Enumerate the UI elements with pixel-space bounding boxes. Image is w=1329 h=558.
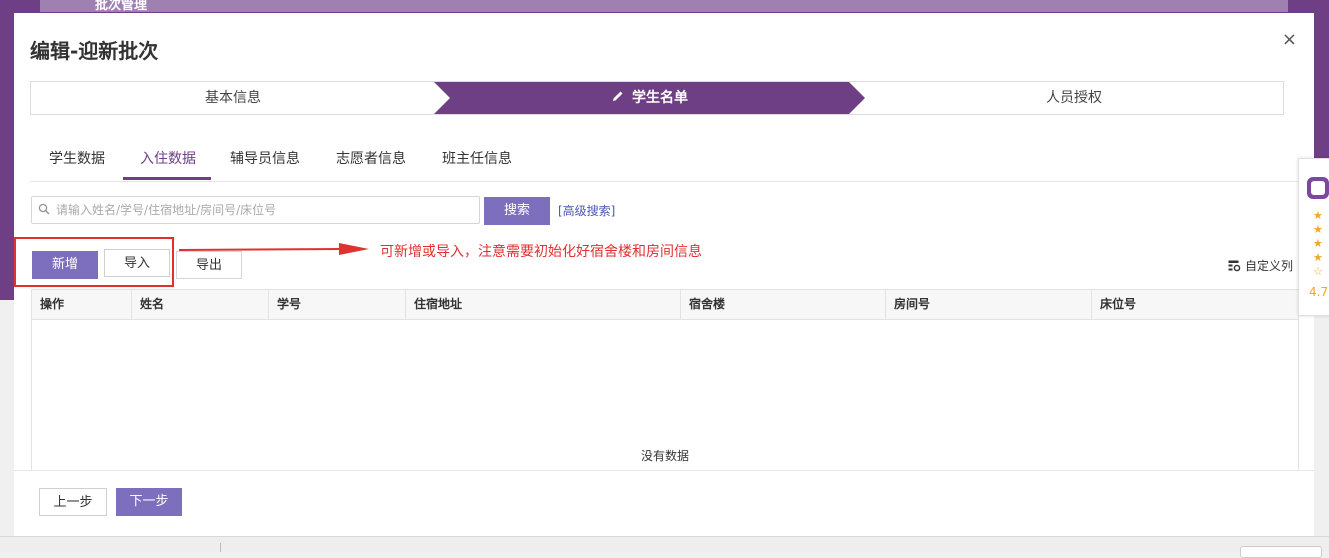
bottom-button-edge[interactable]	[1240, 546, 1322, 558]
column-header-name: 姓名	[132, 290, 269, 319]
star-icon: ★	[1313, 251, 1323, 264]
tab-headteacher-info[interactable]: 班主任信息	[442, 148, 512, 168]
step-wizard: 基本信息 学生名单 人员授权	[30, 81, 1284, 115]
column-header-actions: 操作	[32, 290, 132, 319]
tab-checkin-data[interactable]: 入住数据	[140, 148, 196, 168]
pencil-icon	[612, 82, 624, 114]
bottom-bar	[0, 536, 1329, 558]
data-tabs: 学生数据 入住数据 辅导员信息 志愿者信息 班主任信息	[30, 133, 1314, 182]
search-button[interactable]: 搜索	[484, 197, 550, 225]
close-icon[interactable]: ×	[1282, 29, 1297, 50]
search-input[interactable]	[54, 199, 468, 221]
tab-counselor-info[interactable]: 辅导员信息	[230, 148, 300, 168]
column-header-address: 住宿地址	[406, 290, 681, 319]
empty-state-text: 没有数据	[640, 449, 689, 463]
custom-columns-label: 自定义列	[1245, 259, 1294, 273]
table-header: 操作 姓名 学号 住宿地址 宿舍楼 房间号 床位号	[32, 290, 1298, 320]
rating-widget[interactable]: ★ ★ ★ ★ ☆ 4.7	[1298, 158, 1329, 316]
custom-columns-button[interactable]: 自定义列	[1228, 257, 1293, 275]
column-header-bed: 床位号	[1100, 297, 1137, 311]
search-icon	[38, 203, 50, 219]
step-label: 基本信息	[205, 90, 261, 106]
step-label: 学生名单	[632, 90, 688, 106]
tab-volunteer-info[interactable]: 志愿者信息	[336, 148, 406, 168]
tab-student-data[interactable]: 学生数据	[49, 148, 105, 168]
star-icon: ★	[1313, 237, 1323, 250]
dialog-title: 编辑-迎新批次	[30, 39, 159, 63]
app-logo-icon	[1307, 177, 1329, 199]
star-icon: ★	[1313, 223, 1323, 236]
background-title: 批次管理	[95, 0, 148, 13]
star-icon: ★	[1313, 209, 1323, 222]
annotation-text: 可新增或导入，注意需要初始化好宿舍楼和房间信息	[380, 244, 702, 260]
step-basic-info[interactable]: 基本信息	[31, 82, 435, 114]
annotation-arrow	[179, 243, 369, 255]
active-tab-indicator	[123, 177, 211, 180]
step-student-list[interactable]: 学生名单	[435, 82, 865, 114]
dialog-footer: 上一步 下一步	[14, 470, 1314, 537]
rating-value: 4.7	[1309, 285, 1329, 299]
step-label: 人员授权	[1046, 90, 1102, 106]
advanced-search-link[interactable]: [高级搜索]	[558, 202, 615, 219]
rating-stars: ★ ★ ★ ★ ☆	[1313, 209, 1329, 279]
column-header-room: 房间号	[886, 290, 1092, 319]
checkin-data-table: 操作 姓名 学号 住宿地址 宿舍楼 房间号 床位号 没有数据	[31, 289, 1299, 471]
edit-batch-dialog: 编辑-迎新批次 × 基本信息 学生名单 人员授权 学生数据 入住数据 辅导员信息…	[14, 13, 1314, 536]
next-step-button[interactable]: 下一步	[116, 488, 182, 516]
search-box	[31, 196, 480, 224]
previous-step-button[interactable]: 上一步	[39, 488, 107, 516]
column-header-building: 宿舍楼	[681, 290, 886, 319]
star-outline-icon: ☆	[1313, 265, 1323, 278]
background-panel-strip: 批次管理	[40, 0, 1288, 13]
columns-settings-icon	[1228, 260, 1241, 275]
step-permissions[interactable]: 人员授权	[865, 82, 1283, 114]
add-button[interactable]: 新增	[32, 251, 98, 279]
column-header-student-id: 学号	[269, 290, 406, 319]
import-button[interactable]: 导入	[104, 249, 170, 277]
